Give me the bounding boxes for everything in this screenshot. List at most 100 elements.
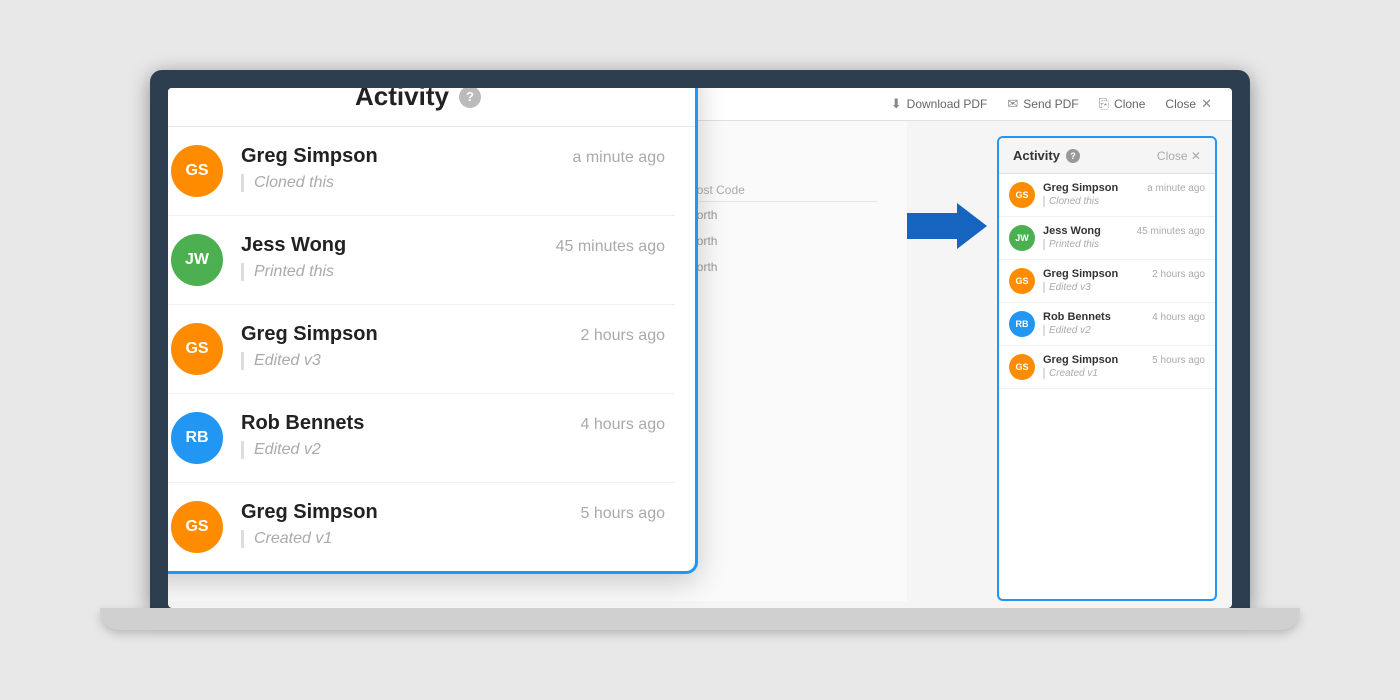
avatar: GS	[1009, 354, 1035, 380]
close-label: Close	[1165, 97, 1196, 111]
large-panel-header: Activity ?	[168, 88, 695, 127]
activity-item-large: JW Jess Wong 45 minutes ago Printed this	[168, 216, 675, 305]
clone-button[interactable]: ⎘ Clone	[1099, 96, 1146, 112]
item-action: Cloned this	[1043, 196, 1205, 207]
item-content: Greg Simpson 2 hours ago Edited v3	[1043, 268, 1205, 293]
item-name: Rob Bennets	[1043, 311, 1111, 323]
activity-list-large: GS Greg Simpson a minute ago Cloned this…	[168, 127, 695, 571]
item-row: Greg Simpson 2 hours ago	[1043, 268, 1205, 280]
laptop-screen: ⬇ Download PDF ✉ Send PDF ⎘ Clone Close …	[168, 88, 1232, 608]
item-row: Greg Simpson 5 hours ago	[241, 501, 665, 524]
item-time: 2 hours ago	[1152, 269, 1205, 280]
large-panel-title: Activity	[355, 88, 449, 112]
item-action: Edited v2	[241, 441, 665, 459]
item-content: Greg Simpson a minute ago Cloned this	[1043, 182, 1205, 207]
item-content: Jess Wong 45 minutes ago Printed this	[1043, 225, 1205, 250]
table-cell: North	[680, 201, 877, 228]
item-time: 4 hours ago	[580, 416, 665, 434]
small-panel-header: Activity ? Close ✕	[999, 138, 1215, 174]
item-time: 5 hours ago	[1152, 355, 1205, 366]
item-row: Greg Simpson 2 hours ago	[241, 323, 665, 346]
download-icon: ⬇	[891, 96, 902, 112]
item-name: Greg Simpson	[1043, 268, 1118, 280]
item-name: Greg Simpson	[241, 501, 378, 524]
item-name: Jess Wong	[1043, 225, 1101, 237]
item-action: Printed this	[241, 263, 665, 281]
item-content: Rob Bennets 4 hours ago Edited v2	[1043, 311, 1205, 336]
help-icon-small[interactable]: ?	[1066, 149, 1080, 163]
activity-item-small: RB Rob Bennets 4 hours ago Edited v2	[999, 303, 1215, 346]
activity-item-large: GS Greg Simpson 5 hours ago Created v1	[168, 483, 675, 571]
item-row: Greg Simpson a minute ago	[241, 145, 665, 168]
item-name: Jess Wong	[241, 234, 346, 257]
activity-panel-large: Activity ? GS Greg Simpson a minute ago …	[168, 88, 698, 574]
item-time: 5 hours ago	[580, 505, 665, 523]
item-content: Jess Wong 45 minutes ago Printed this	[241, 234, 665, 281]
laptop-wrapper: ⬇ Download PDF ✉ Send PDF ⎘ Clone Close …	[50, 70, 1350, 630]
activity-item-large: RB Rob Bennets 4 hours ago Edited v2	[168, 394, 675, 483]
avatar: GS	[171, 323, 223, 375]
item-action: Created v1	[1043, 368, 1205, 379]
item-time: a minute ago	[1147, 183, 1205, 194]
avatar: GS	[171, 501, 223, 553]
activity-item-small: GS Greg Simpson 2 hours ago Edited v3	[999, 260, 1215, 303]
item-content: Greg Simpson 5 hours ago Created v1	[1043, 354, 1205, 379]
avatar: GS	[1009, 182, 1035, 208]
send-pdf-label: Send PDF	[1023, 97, 1078, 111]
item-time: 4 hours ago	[1152, 312, 1205, 323]
item-name: Greg Simpson	[241, 323, 378, 346]
item-action: Edited v3	[1043, 282, 1205, 293]
item-row: Greg Simpson a minute ago	[1043, 182, 1205, 194]
item-time: 45 minutes ago	[556, 238, 665, 256]
table-cell: North	[680, 228, 877, 254]
send-icon: ✉	[1007, 96, 1018, 112]
item-content: Greg Simpson 2 hours ago Edited v3	[241, 323, 665, 370]
clone-icon: ⎘	[1099, 96, 1109, 112]
item-row: Jess Wong 45 minutes ago	[1043, 225, 1205, 237]
item-row: Rob Bennets 4 hours ago	[1043, 311, 1205, 323]
avatar: GS	[1009, 268, 1035, 294]
activity-item-small: GS Greg Simpson 5 hours ago Created v1	[999, 346, 1215, 389]
item-action: Cloned this	[241, 174, 665, 192]
item-row: Jess Wong 45 minutes ago	[241, 234, 665, 257]
activity-item-small: JW Jess Wong 45 minutes ago Printed this	[999, 217, 1215, 260]
arrow-container	[907, 121, 997, 601]
download-pdf-button[interactable]: ⬇ Download PDF	[891, 96, 988, 112]
avatar: RB	[171, 412, 223, 464]
avatar: JW	[171, 234, 223, 286]
activity-panel-small: Activity ? Close ✕ GS Greg Simpson a min…	[997, 136, 1217, 601]
item-content: Greg Simpson a minute ago Cloned this	[241, 145, 665, 192]
item-action: Created v1	[241, 530, 665, 548]
help-icon-large[interactable]: ?	[459, 88, 481, 108]
item-content: Greg Simpson 5 hours ago Created v1	[241, 501, 665, 548]
item-action: Edited v3	[241, 352, 665, 370]
item-row: Rob Bennets 4 hours ago	[241, 412, 665, 435]
item-row: Greg Simpson 5 hours ago	[1043, 354, 1205, 366]
activity-item-small: GS Greg Simpson a minute ago Cloned this	[999, 174, 1215, 217]
item-name: Greg Simpson	[1043, 354, 1118, 366]
avatar: RB	[1009, 311, 1035, 337]
avatar: JW	[1009, 225, 1035, 251]
activity-list-small: GS Greg Simpson a minute ago Cloned this…	[999, 174, 1215, 389]
activity-item-large: GS Greg Simpson a minute ago Cloned this	[168, 127, 675, 216]
small-panel-title: Activity	[1013, 148, 1060, 163]
close-button[interactable]: Close ✕	[1165, 96, 1212, 112]
clone-label: Clone	[1114, 97, 1145, 111]
download-pdf-label: Download PDF	[907, 97, 988, 111]
close-icon: ✕	[1201, 96, 1212, 112]
col-cost-code: Cost Code	[680, 179, 877, 202]
laptop-bezel: ⬇ Download PDF ✉ Send PDF ⎘ Clone Close …	[150, 70, 1250, 608]
send-pdf-button[interactable]: ✉ Send PDF	[1007, 96, 1078, 112]
laptop-base	[100, 608, 1300, 630]
item-name: Rob Bennets	[241, 412, 364, 435]
table-cell: North	[680, 254, 877, 280]
item-time: 45 minutes ago	[1137, 226, 1205, 237]
item-action: Printed this	[1043, 239, 1205, 250]
item-name: Greg Simpson	[241, 145, 378, 168]
item-time: 2 hours ago	[580, 327, 665, 345]
small-panel-close[interactable]: Close ✕	[1157, 149, 1201, 163]
item-content: Rob Bennets 4 hours ago Edited v2	[241, 412, 665, 459]
item-name: Greg Simpson	[1043, 182, 1118, 194]
item-time: a minute ago	[572, 149, 665, 167]
right-arrow-icon	[907, 201, 987, 251]
